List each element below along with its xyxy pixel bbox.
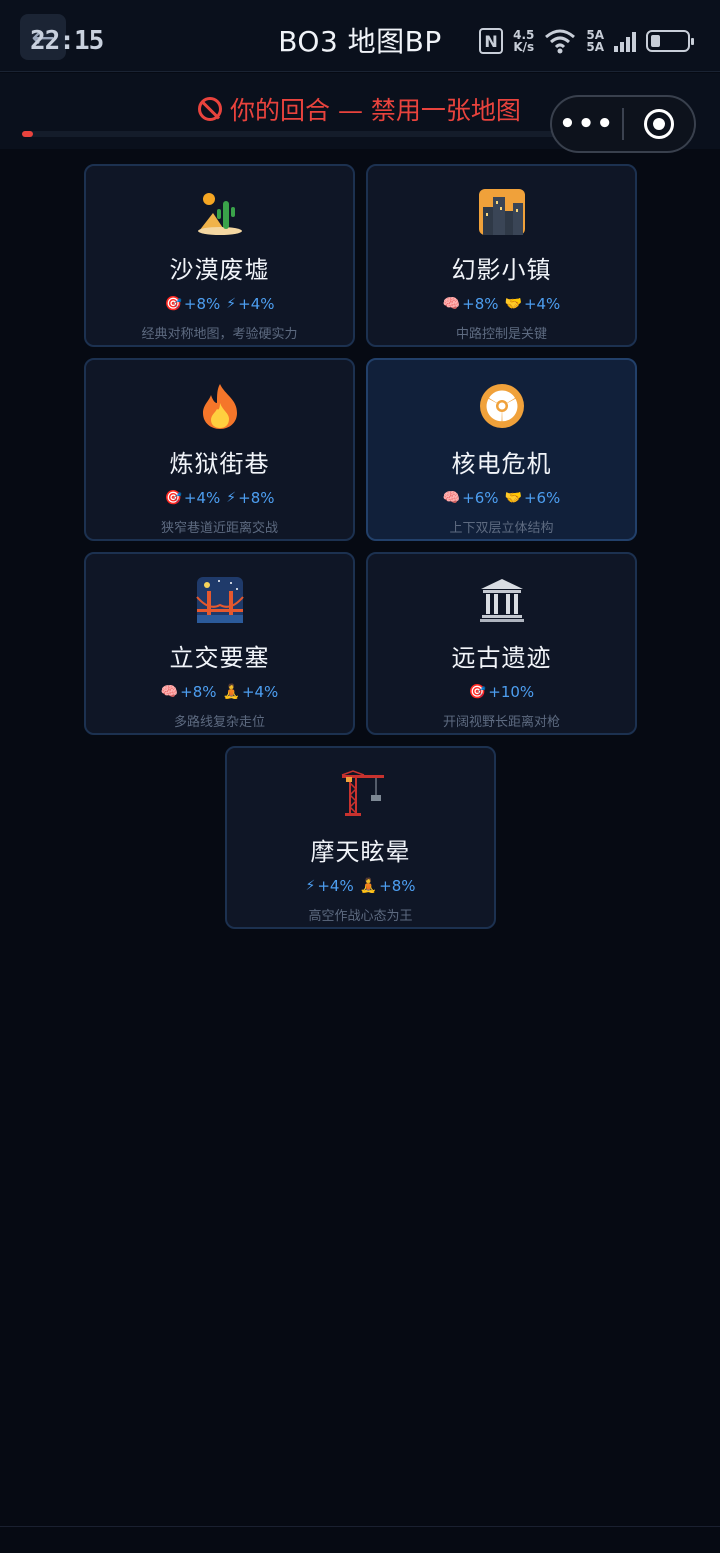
battery-level <box>651 35 660 47</box>
stat-icon: 🎯 <box>164 490 182 506</box>
map-stat: 🎯 +10% <box>469 683 534 701</box>
prohibited-icon <box>198 97 222 121</box>
more-button[interactable]: ••• <box>552 109 622 139</box>
nfc-icon: N <box>479 28 504 54</box>
map-description: 狭窄巷道近距离交战 <box>160 521 278 536</box>
construction-crane-icon <box>335 768 387 820</box>
fire-icon <box>194 380 246 432</box>
stat-value: +4% <box>241 683 279 701</box>
turn-message: 你的回合 — 禁用一张地图 <box>198 91 521 127</box>
map-card[interactable]: 幻影小镇 🧠 +8% 🤝 +4% 中路控制是关键 <box>366 164 637 347</box>
stat-icon: 🎯 <box>164 296 182 312</box>
battery-icon <box>646 30 694 52</box>
title-bar: ← 22:15 BO3 地图BP N 4.5 K/s 5A 5A <box>0 0 720 72</box>
stat-value: +8% <box>183 295 221 313</box>
map-description: 开阔视野长距离对枪 <box>442 715 560 730</box>
turn-message-text: 你的回合 — 禁用一张地图 <box>230 96 521 125</box>
stat-icon: 🧘 <box>222 684 240 700</box>
stat-value: +4% <box>183 489 221 507</box>
miniprogram-capsule: ••• <box>550 95 696 153</box>
stat-icon: 🤝 <box>504 490 522 506</box>
stat-value: +6% <box>462 489 499 507</box>
map-stats: 🧠 +6% 🤝 +6% <box>443 489 561 507</box>
stat-icon: ⚡ <box>226 490 237 506</box>
map-stat: ⚡ +8% <box>226 489 274 507</box>
map-stat: ⚡ +4% <box>226 295 274 313</box>
radioactive-icon <box>476 380 528 432</box>
map-description: 高空作战心态为王 <box>308 909 413 924</box>
map-name: 远古遗迹 <box>451 644 552 672</box>
stat-icon: ⚡ <box>226 296 237 312</box>
signal-label-2: 5A <box>586 40 604 54</box>
map-name: 炼狱街巷 <box>169 450 270 478</box>
target-icon <box>643 109 674 139</box>
map-card[interactable]: 核电危机 🧠 +6% 🤝 +6% 上下双层立体结构 <box>366 358 637 541</box>
map-stat: 🎯 +4% <box>164 489 220 507</box>
map-stat: ⚡ +4% <box>305 877 353 895</box>
map-name: 立交要塞 <box>169 644 270 672</box>
map-card[interactable]: 沙漠废墟 🎯 +8% ⚡ +4% 经典对称地图，考验硬实力 <box>84 164 355 347</box>
turn-timer-fill <box>22 131 33 137</box>
network-speed: 4.5 K/s <box>513 29 534 53</box>
map-stats: 🎯 +8% ⚡ +4% <box>164 295 274 313</box>
map-stat: 🧠 +8% <box>161 683 217 701</box>
bridge-at-night-icon <box>194 574 246 626</box>
wifi-icon <box>545 29 576 54</box>
map-stat: 🎯 +8% <box>164 295 220 313</box>
map-stat: 🧠 +8% <box>443 295 499 313</box>
map-stats: 🧠 +8% 🤝 +4% <box>443 295 561 313</box>
stat-value: +6% <box>523 489 561 507</box>
system-status-icons: N 4.5 K/s 5A 5A <box>479 28 694 54</box>
stat-value: +4% <box>523 295 561 313</box>
cityscape-icon <box>476 186 528 238</box>
map-stats: 🎯 +4% ⚡ +8% <box>164 489 274 507</box>
desert-icon <box>194 186 246 238</box>
turn-timer-bar <box>22 131 562 137</box>
stat-value: +8% <box>379 877 416 895</box>
map-card[interactable]: 炼狱街巷 🎯 +4% ⚡ +8% 狭窄巷道近距离交战 <box>84 358 355 541</box>
map-stats: 🧠 +8% 🧘 +4% <box>161 683 279 701</box>
stat-value: +8% <box>238 489 275 507</box>
map-stats: 🎯 +10% <box>469 683 534 701</box>
stat-icon: 🧘 <box>359 878 378 894</box>
map-stats: ⚡ +4% 🧘 +8% <box>305 877 415 895</box>
map-description: 多路线复杂走位 <box>173 715 265 730</box>
signal-labels: 5A 5A <box>586 29 604 53</box>
map-card[interactable]: 远古遗迹 🎯 +10% 开阔视野长距离对枪 <box>366 552 637 735</box>
network-speed-unit: K/s <box>513 40 535 54</box>
signal-bars-icon <box>614 30 636 52</box>
map-card[interactable]: 立交要塞 🧠 +8% 🧘 +4% 多路线复杂走位 <box>84 552 355 735</box>
stat-icon: 🧠 <box>160 684 179 700</box>
stat-icon: 🧠 <box>442 490 461 506</box>
map-stat: 🧘 +8% <box>360 877 416 895</box>
map-card[interactable]: 摩天眩晕 ⚡ +4% 🧘 +8% 高空作战心态为王 <box>225 746 496 929</box>
map-name: 核电危机 <box>451 450 552 478</box>
map-description: 上下双层立体结构 <box>449 521 554 536</box>
map-name: 摩天眩晕 <box>310 838 411 866</box>
bottom-divider <box>0 1526 720 1527</box>
stat-value: +4% <box>317 877 354 895</box>
stat-icon: 🧠 <box>442 296 461 312</box>
stat-value: +4% <box>238 295 275 313</box>
map-stat: 🧠 +6% <box>443 489 499 507</box>
stat-value: +8% <box>462 295 499 313</box>
classical-building-icon <box>476 574 528 626</box>
map-description: 经典对称地图，考验硬实力 <box>141 327 298 342</box>
map-name: 幻影小镇 <box>451 256 552 284</box>
close-miniprogram-button[interactable] <box>624 109 694 139</box>
map-grid: 沙漠废墟 🎯 +8% ⚡ +4% 经典对称地图，考验硬实力 幻影小镇 🧠 +8% 🤝 +4% 中路控制… <box>84 164 637 929</box>
map-description: 中路控制是关键 <box>455 327 547 342</box>
map-stat: 🤝 +6% <box>505 489 561 507</box>
map-name: 沙漠废墟 <box>169 256 270 284</box>
stat-icon: ⚡ <box>305 878 316 894</box>
stat-value: +10% <box>488 683 535 701</box>
map-stat: 🤝 +4% <box>505 295 561 313</box>
stat-value: +8% <box>180 683 217 701</box>
stat-icon: 🎯 <box>468 684 487 700</box>
stat-icon: 🤝 <box>504 296 522 312</box>
map-stat: 🧘 +4% <box>223 683 279 701</box>
